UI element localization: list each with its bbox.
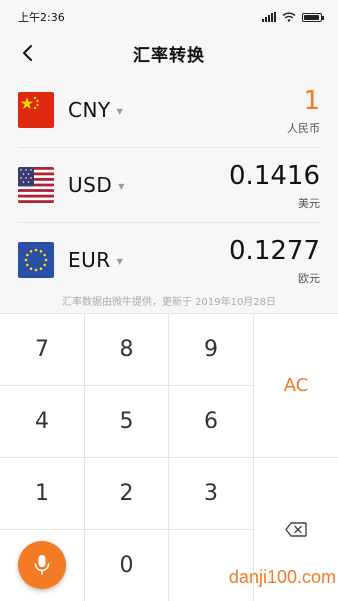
status-time: 上午2:36 [18, 11, 65, 24]
microphone-icon [34, 555, 50, 575]
app-header: 汇率转换 [0, 34, 338, 72]
dropdown-caret-icon: ▼ [116, 106, 124, 116]
currency-code[interactable]: USD ▼ [68, 173, 125, 197]
eu-flag-icon [18, 241, 54, 278]
china-flag-icon [18, 91, 54, 128]
clear-button[interactable]: AC [254, 314, 338, 458]
currency-value[interactable]: 0.1416 [229, 161, 320, 191]
status-icons [262, 12, 324, 22]
currency-list: CNY ▼ 1 人民币 USD ▼ 0.1416 美元 EUR ▼ 0.1277… [0, 72, 338, 297]
currency-code[interactable]: CNY ▼ [68, 98, 123, 122]
backspace-icon [285, 522, 307, 537]
wifi-icon [282, 12, 296, 22]
key-8[interactable]: 8 [85, 314, 169, 386]
dropdown-caret-icon: ▼ [116, 256, 124, 266]
currency-unit: 欧元 [298, 272, 320, 285]
currency-unit: 美元 [298, 197, 320, 210]
voice-input-button[interactable] [18, 541, 66, 589]
currency-row-eur[interactable]: EUR ▼ 0.1277 欧元 [0, 222, 338, 297]
currency-value[interactable]: 0.1277 [229, 236, 320, 266]
status-bar: 上午2:36 [0, 0, 338, 34]
key-5[interactable]: 5 [85, 386, 169, 458]
currency-code[interactable]: EUR ▼ [68, 248, 123, 272]
key-2[interactable]: 2 [85, 458, 169, 530]
back-arrow-icon[interactable] [18, 43, 38, 63]
key-3[interactable]: 3 [169, 458, 254, 530]
key-7[interactable]: 7 [0, 314, 85, 386]
signal-icon [262, 12, 276, 22]
battery-icon [302, 12, 324, 22]
currency-unit: 人民币 [287, 122, 320, 135]
page-title: 汇率转换 [133, 45, 205, 66]
key-9[interactable]: 9 [169, 314, 254, 386]
key-1[interactable]: 1 [0, 458, 85, 530]
watermark: danji100.com [228, 567, 336, 587]
key-blank [169, 530, 254, 601]
data-source-note: 汇率数据由微牛提供，更新于 2019年10月28日 [61, 297, 277, 308]
key-0[interactable]: 0 [85, 530, 169, 601]
currency-value[interactable]: 1 [303, 86, 320, 116]
key-4[interactable]: 4 [0, 386, 85, 458]
key-6[interactable]: 6 [169, 386, 254, 458]
currency-row-cny[interactable]: CNY ▼ 1 人民币 [0, 72, 338, 147]
dropdown-caret-icon: ▼ [118, 181, 125, 191]
usa-flag-icon [18, 166, 54, 203]
currency-row-usd[interactable]: USD ▼ 0.1416 美元 [0, 147, 338, 222]
